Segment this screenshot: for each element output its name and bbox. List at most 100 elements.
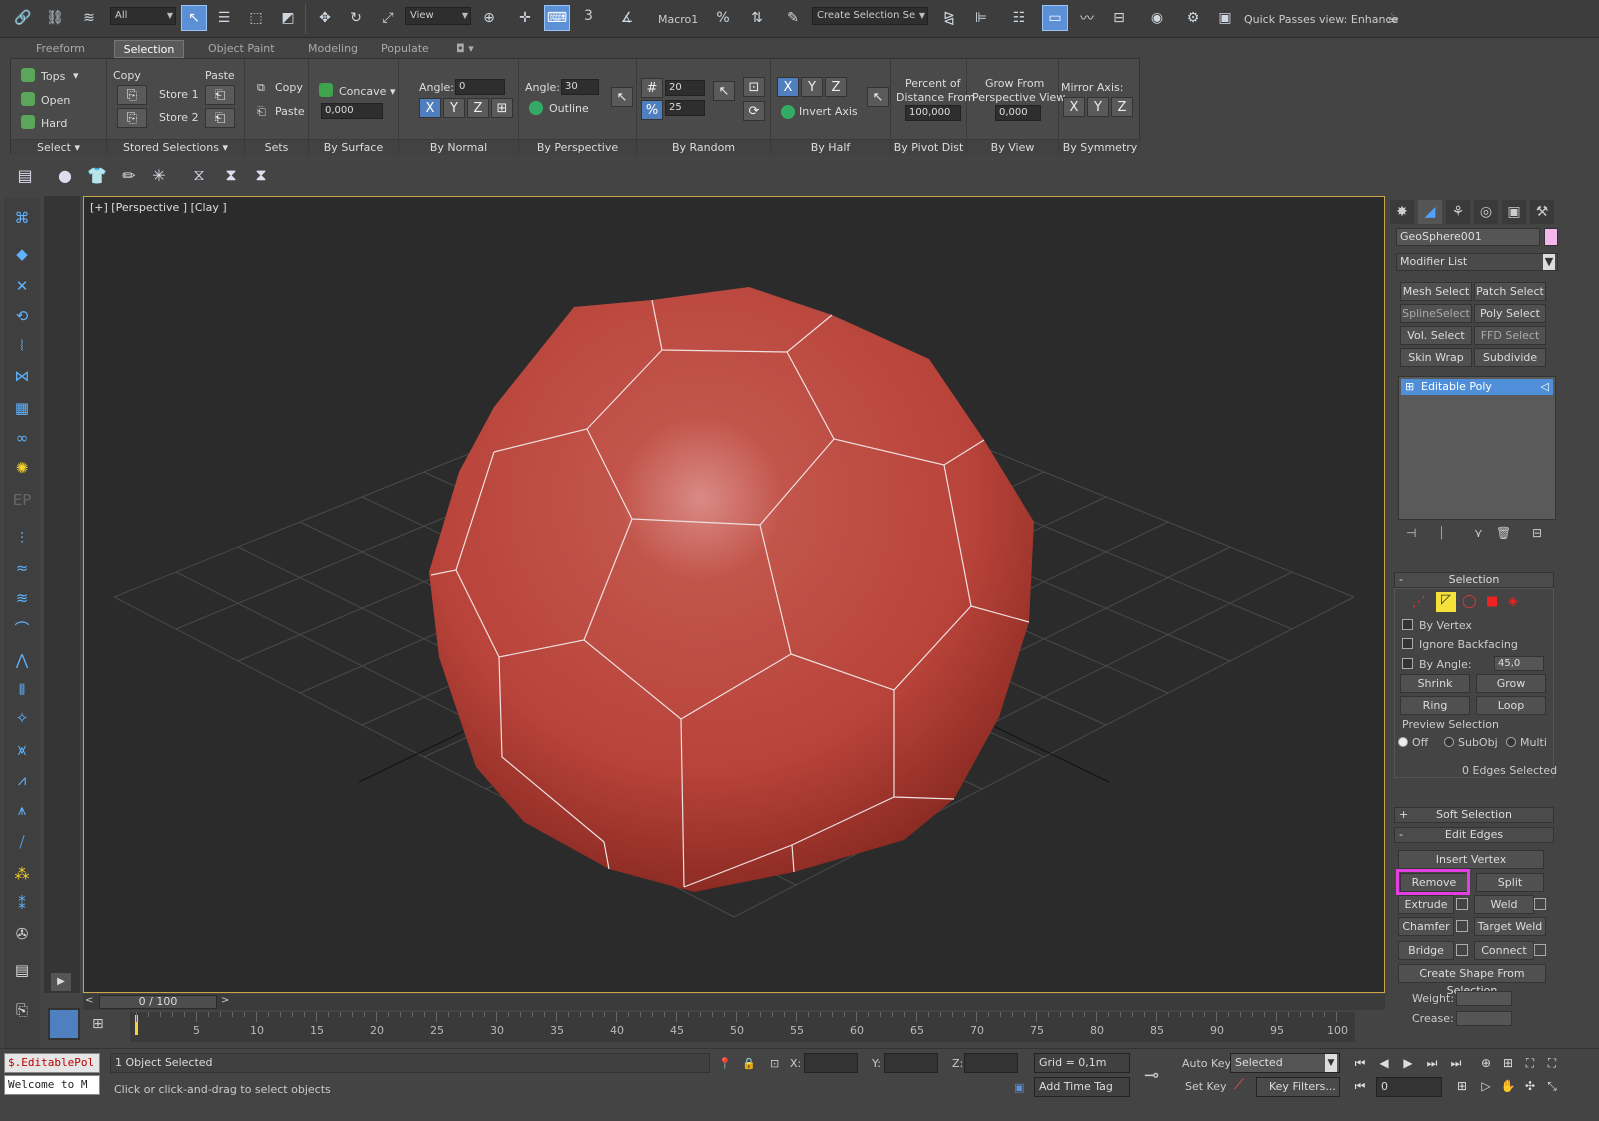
- strip-tool-2-icon[interactable]: ◆: [10, 242, 34, 266]
- loop-button[interactable]: Loop: [1476, 696, 1546, 715]
- key-filters-button[interactable]: Key Filters...: [1256, 1077, 1340, 1097]
- goto-start-icon[interactable]: ⏮: [1350, 1053, 1370, 1073]
- invert-axis-toggle[interactable]: Invert Axis: [799, 105, 858, 118]
- hierarchy-tab-icon[interactable]: ⚘: [1446, 200, 1470, 224]
- display-tab-icon[interactable]: ▣: [1502, 200, 1526, 224]
- goto-end-icon[interactable]: ⏭: [1446, 1053, 1466, 1073]
- expand-scene-explorer-arrow[interactable]: ▶: [51, 973, 71, 991]
- tab-populate[interactable]: Populate: [375, 40, 435, 58]
- surface-value-field[interactable]: 0,000: [321, 103, 383, 119]
- spline-select-button[interactable]: SplineSelect: [1400, 304, 1472, 323]
- strip-tool-24-icon[interactable]: ✇: [10, 922, 34, 946]
- random-count-field[interactable]: 20: [665, 80, 705, 96]
- rendered-frame-window-icon[interactable]: ▣: [1212, 5, 1238, 31]
- time-tag-icon[interactable]: ▣: [1014, 1081, 1024, 1094]
- select-group-label[interactable]: Select ▾: [11, 139, 106, 155]
- field-of-view-icon[interactable]: ▷: [1476, 1076, 1496, 1096]
- configure-sets-icon[interactable]: ⊟: [1532, 526, 1542, 540]
- zoom-all-icon[interactable]: ⊞: [1498, 1053, 1518, 1073]
- angle-snap-icon[interactable]: ∡: [614, 5, 640, 31]
- reference-coordinate-dropdown[interactable]: View: [405, 7, 471, 25]
- utilities-tab-icon[interactable]: ⚒: [1530, 200, 1554, 224]
- strip-tool-5-icon[interactable]: ⦚: [10, 334, 34, 358]
- geosphere-object[interactable]: [429, 287, 1034, 892]
- select-none-icon[interactable]: ⧗: [218, 162, 244, 188]
- next-frame-icon[interactable]: ⏭: [1422, 1053, 1442, 1073]
- shrink-button[interactable]: Shrink: [1400, 674, 1470, 693]
- time-slider-prev-button[interactable]: <: [85, 995, 93, 1006]
- half-pick-icon[interactable]: ↖: [867, 87, 889, 107]
- strip-tool-11-icon[interactable]: ⫶: [10, 526, 34, 550]
- strip-tool-22-icon[interactable]: ⁂: [10, 862, 34, 886]
- outline-toggle[interactable]: Outline: [549, 102, 589, 115]
- strip-tool-3-icon[interactable]: ✕: [10, 274, 34, 298]
- select-and-rotate-icon[interactable]: ↻: [343, 5, 369, 31]
- select-invert-icon[interactable]: ⧗: [248, 162, 274, 188]
- create-shape-button[interactable]: Create Shape From Selection: [1398, 964, 1546, 997]
- poly-select-button[interactable]: Poly Select: [1474, 304, 1546, 323]
- time-slider-next-button[interactable]: >: [221, 995, 229, 1006]
- weld-settings-button[interactable]: [1534, 898, 1546, 910]
- mirror-axis-x-button[interactable]: X: [1063, 97, 1085, 117]
- y-coord-field[interactable]: [884, 1053, 938, 1073]
- bridge-settings-button[interactable]: [1456, 944, 1468, 956]
- copy-store1-button[interactable]: ⎘: [117, 85, 147, 105]
- previous-frame-icon[interactable]: ◀: [1374, 1053, 1394, 1073]
- key-filter-icon[interactable]: ⟋: [1234, 1077, 1244, 1093]
- strip-tool-8-icon[interactable]: ∞: [10, 426, 34, 450]
- z-coord-field[interactable]: [964, 1053, 1018, 1073]
- preview-multi-radio[interactable]: Multi: [1506, 736, 1547, 749]
- strip-tool-6-icon[interactable]: ⋈: [10, 364, 34, 388]
- keyboard-shortcut-override-icon[interactable]: ⌨: [544, 5, 570, 31]
- schematic-view-icon[interactable]: ⊟: [1106, 5, 1132, 31]
- pan-view-icon[interactable]: ✋: [1498, 1076, 1518, 1096]
- random-percent-field[interactable]: 25: [665, 100, 705, 116]
- extrude-button[interactable]: Extrude: [1398, 895, 1454, 914]
- insert-vertex-button[interactable]: Insert Vertex: [1398, 850, 1544, 869]
- auto-key-button[interactable]: Auto Key: [1182, 1057, 1231, 1070]
- strip-tool-15-icon[interactable]: ⋀: [10, 648, 34, 672]
- select-and-move-icon[interactable]: ✥: [312, 5, 338, 31]
- curve-editor-icon[interactable]: 〰: [1074, 5, 1100, 31]
- edit-named-selection-icon[interactable]: ✎: [780, 5, 806, 31]
- scene-explorer-icon[interactable]: ▤: [12, 162, 38, 188]
- target-weld-button[interactable]: Target Weld: [1474, 917, 1546, 936]
- select-all-icon[interactable]: ⧖: [186, 162, 212, 188]
- isolate-selection-icon[interactable]: 📍: [718, 1057, 732, 1070]
- window-crossing-icon[interactable]: ◩: [275, 5, 301, 31]
- polygon-mode-icon[interactable]: ■: [1486, 594, 1498, 609]
- copy-store2-button[interactable]: ⎘: [117, 108, 147, 128]
- ring-button[interactable]: Ring: [1400, 696, 1470, 715]
- maxscript-listener-line[interactable]: $.EditablePol: [4, 1053, 100, 1073]
- current-frame-field[interactable]: 0: [1376, 1077, 1442, 1097]
- weight-field[interactable]: [1456, 991, 1512, 1006]
- track-bar[interactable]: 5 10 15 20 25 30 35 40 45 50 55 60 65 70 75 80 85 90 95 100: [130, 1012, 1355, 1042]
- normal-axis-x-button[interactable]: X: [419, 98, 441, 118]
- extrude-settings-button[interactable]: [1456, 898, 1468, 910]
- paste-store2-button[interactable]: ⎗: [205, 108, 235, 128]
- mirror-axis-z-button[interactable]: Z: [1111, 97, 1133, 117]
- strip-tool-14-icon[interactable]: ⌒: [10, 616, 34, 640]
- play-icon[interactable]: ▶: [1398, 1053, 1418, 1073]
- zoom-extents-icon[interactable]: ⛶: [1520, 1053, 1540, 1073]
- sets-copy-button[interactable]: Copy: [275, 81, 303, 94]
- grow-button[interactable]: Grow: [1476, 674, 1546, 693]
- chamfer-settings-button[interactable]: [1456, 920, 1468, 932]
- select-and-scale-icon[interactable]: ⤢: [375, 5, 401, 31]
- maximize-viewport-icon[interactable]: ⤡: [1542, 1076, 1562, 1096]
- view-value-field[interactable]: 0,000: [995, 105, 1041, 121]
- open-mini-curve-editor-icon[interactable]: ⊞: [92, 1016, 104, 1032]
- preview-off-radio[interactable]: Off: [1398, 736, 1428, 749]
- weld-button[interactable]: Weld: [1474, 895, 1534, 914]
- chamfer-button[interactable]: Chamfer: [1398, 917, 1454, 936]
- half-axis-z-button[interactable]: Z: [825, 77, 847, 97]
- preview-subobj-radio[interactable]: SubObj: [1444, 736, 1498, 749]
- perspective-angle-field[interactable]: 30: [561, 79, 599, 95]
- strip-tool-10-icon[interactable]: EP: [10, 488, 34, 512]
- random-pick-icon[interactable]: ↖: [713, 81, 735, 101]
- mesh-select-button[interactable]: Mesh Select: [1400, 282, 1472, 301]
- mini-curve-editor-toggle[interactable]: [48, 1008, 80, 1040]
- skin-wrap-button[interactable]: Skin Wrap: [1400, 348, 1472, 367]
- viewport-label[interactable]: [+] [Perspective ] [Clay ]: [90, 201, 227, 214]
- modify-tab-icon[interactable]: ◢: [1418, 200, 1442, 224]
